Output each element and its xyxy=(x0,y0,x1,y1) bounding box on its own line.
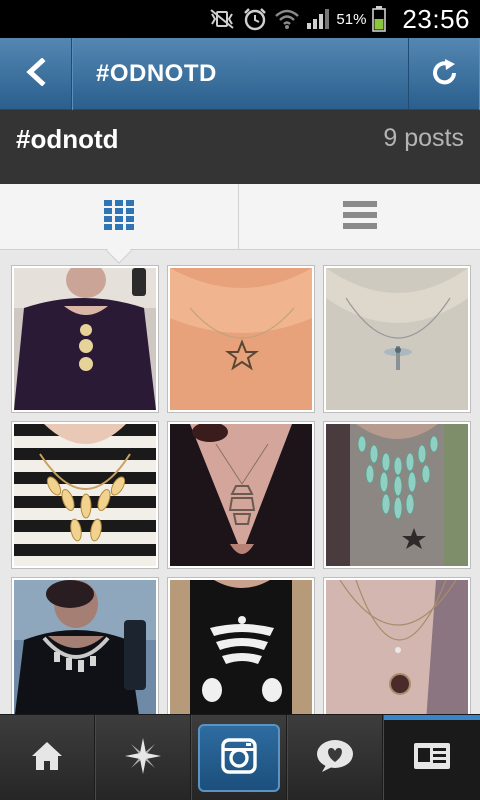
home-icon xyxy=(30,740,64,777)
explore-icon xyxy=(123,736,163,781)
camera-button-frame xyxy=(198,724,280,792)
bottom-nav xyxy=(0,714,480,800)
hashtag-header: #odnotd 9 posts xyxy=(0,110,480,184)
nav-home[interactable] xyxy=(0,715,95,800)
list-view-button[interactable] xyxy=(240,184,480,250)
photo-tile[interactable] xyxy=(168,422,314,568)
grid-view-icon xyxy=(104,199,134,235)
back-button[interactable] xyxy=(0,38,72,110)
action-bar: #ODNOTD xyxy=(0,38,480,110)
photo-grid xyxy=(0,251,480,714)
battery-percent: 51% xyxy=(336,10,367,28)
active-tab-indicator xyxy=(384,715,480,720)
post-count: 9 posts xyxy=(383,124,464,152)
refresh-icon xyxy=(430,57,460,92)
signal-icon xyxy=(306,8,330,30)
list-view-icon xyxy=(343,200,377,234)
hashtag-name: #odnotd xyxy=(16,124,119,154)
battery-icon xyxy=(372,6,387,32)
view-toggle xyxy=(0,184,480,264)
photo-tile[interactable] xyxy=(324,578,470,714)
photo-tile[interactable] xyxy=(12,266,158,412)
photo-tile[interactable] xyxy=(168,578,314,714)
status-icons: 51% 23:56 xyxy=(208,0,470,38)
photo-tile[interactable] xyxy=(324,266,470,412)
photo-tile[interactable] xyxy=(168,266,314,412)
photo-tile[interactable] xyxy=(12,578,158,714)
camera-icon xyxy=(221,737,257,779)
nav-profile[interactable] xyxy=(384,715,480,800)
profile-icon xyxy=(413,742,451,775)
photo-tile[interactable] xyxy=(324,422,470,568)
alarm-icon xyxy=(242,7,268,31)
photo-tile[interactable] xyxy=(12,422,158,568)
status-bar: 51% 23:56 xyxy=(0,0,480,38)
nav-explore[interactable] xyxy=(96,715,191,800)
clock: 23:56 xyxy=(402,3,470,34)
nav-camera[interactable] xyxy=(192,715,287,800)
news-icon xyxy=(314,738,356,779)
page-title: #ODNOTD xyxy=(96,60,217,87)
chevron-left-icon xyxy=(24,56,48,91)
refresh-button[interactable] xyxy=(408,38,480,110)
mute-vibrate-icon xyxy=(208,8,236,30)
nav-news[interactable] xyxy=(288,715,383,800)
wifi-icon xyxy=(274,8,300,30)
